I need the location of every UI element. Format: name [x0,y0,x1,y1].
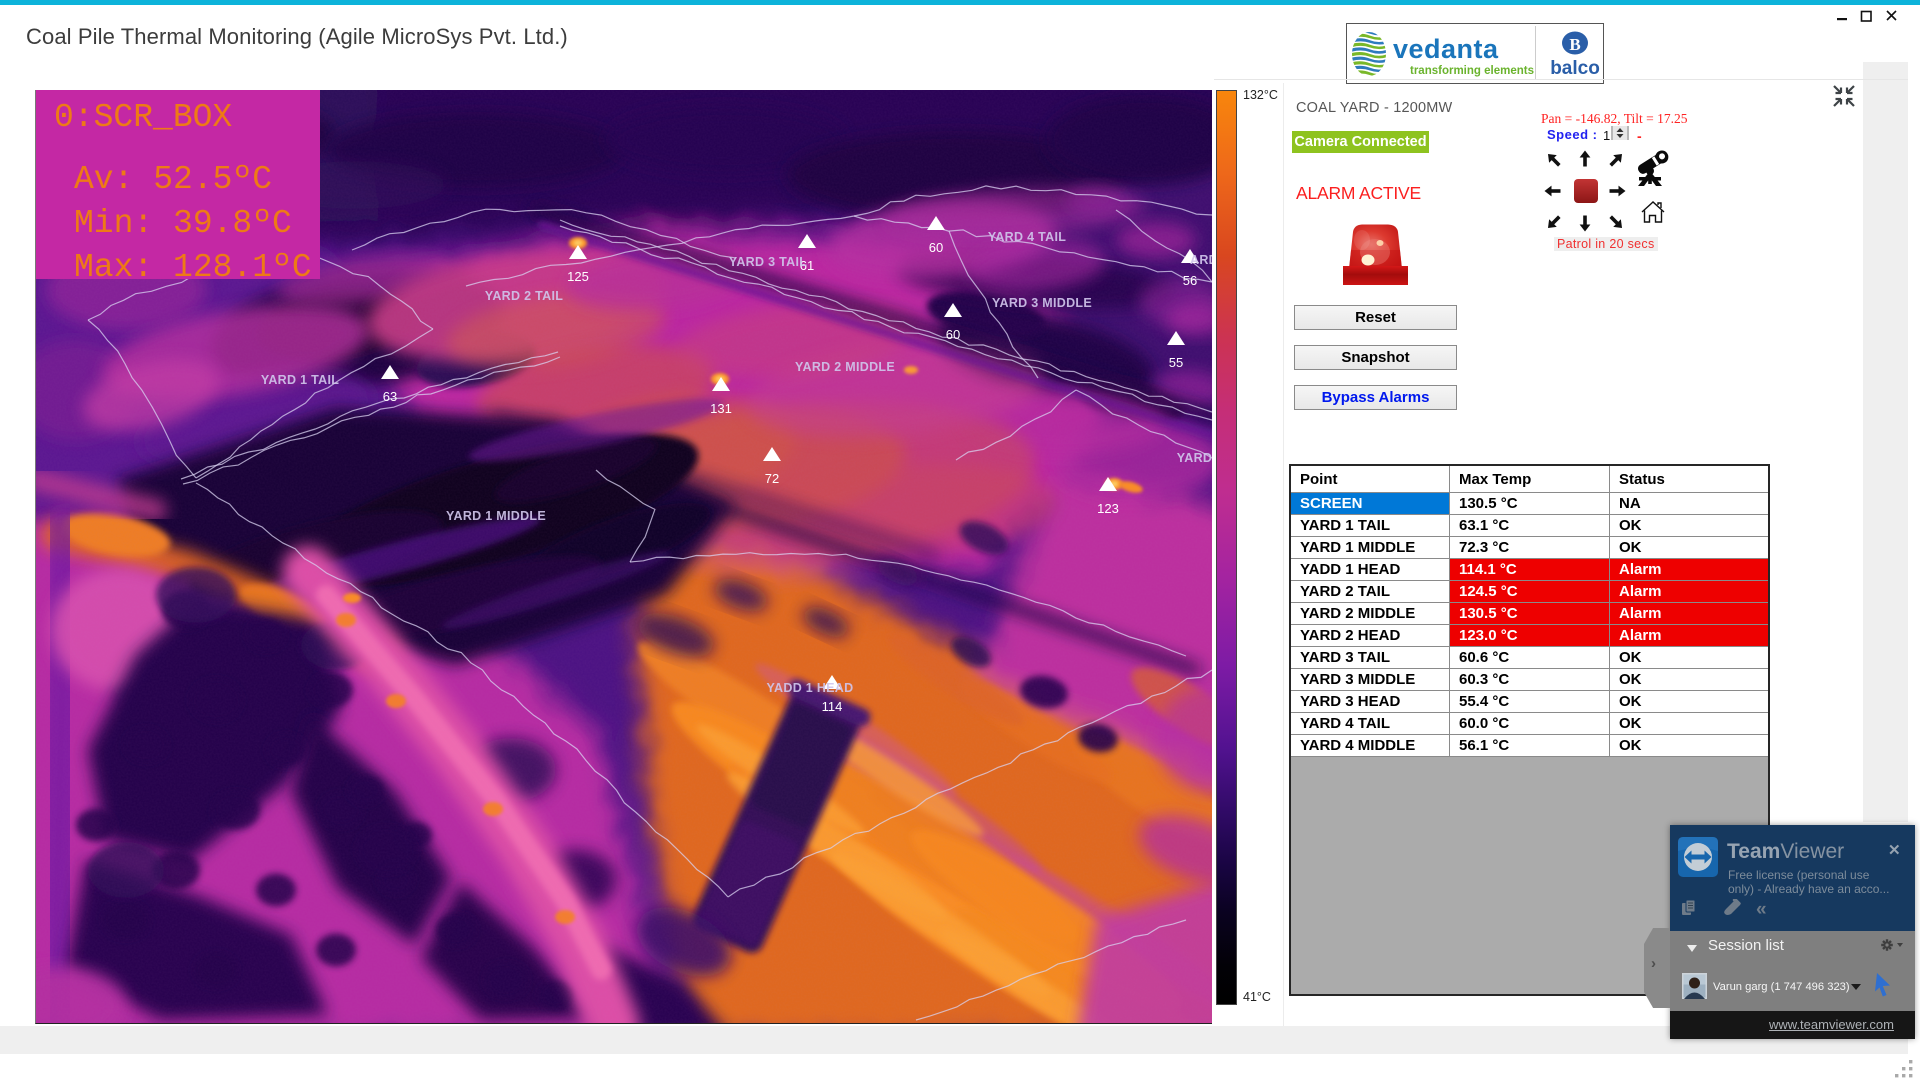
svg-text:Av: 52.5ºC: Av: 52.5ºC [74,161,272,198]
svg-text:123: 123 [1097,501,1119,516]
svg-text:YADD 1 HEAD: YADD 1 HEAD [767,681,854,695]
svg-text:125: 125 [567,269,589,284]
svg-text:131: 131 [710,401,732,416]
svg-text:60: 60 [946,327,960,342]
svg-text:55: 55 [1169,355,1183,370]
svg-text:ARD: ARD [1190,253,1212,267]
svg-text:YARD 2: YARD 2 [1177,451,1212,465]
svg-text:YARD 1 MIDDLE: YARD 1 MIDDLE [446,509,546,523]
svg-text:«: « [1756,899,1767,920]
svg-text:balco: balco [1550,58,1600,79]
svg-text:63: 63 [383,389,397,404]
svg-text:B: B [1569,35,1580,54]
svg-text:114: 114 [822,699,843,714]
svg-text:YARD 1 TAIL: YARD 1 TAIL [261,373,339,387]
svg-text:60: 60 [929,240,943,255]
svg-text:YARD 2 MIDDLE: YARD 2 MIDDLE [795,360,895,374]
svg-text:YARD 3 TAIL: YARD 3 TAIL [729,255,807,269]
svg-text:56: 56 [1183,273,1197,288]
svg-text:YARD 2 TAIL: YARD 2 TAIL [485,289,563,303]
svg-text:0:SCR_BOX: 0:SCR_BOX [54,99,232,136]
svg-text:Min: 39.8ºC: Min: 39.8ºC [74,205,292,242]
svg-text:Max: 128.1ºC: Max: 128.1ºC [74,249,312,286]
svg-text:YARD 3 MIDDLE: YARD 3 MIDDLE [992,296,1092,310]
svg-text:YARD 4 TAIL: YARD 4 TAIL [988,230,1066,244]
svg-text:72: 72 [765,471,779,486]
